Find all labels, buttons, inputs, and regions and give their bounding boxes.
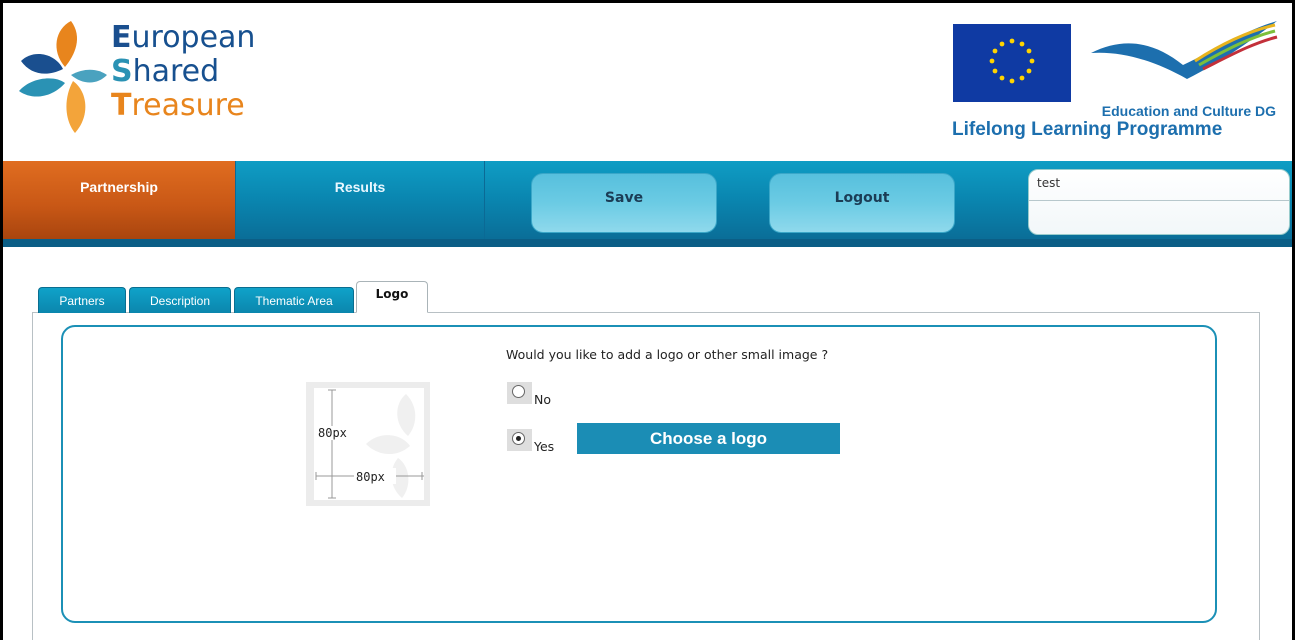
logout-button[interactable]: Logout <box>769 173 955 233</box>
radio-option-yes[interactable]: Yes <box>507 429 555 454</box>
choose-logo-button[interactable]: Choose a logo <box>577 423 840 454</box>
logo-question: Would you like to add a logo or other sm… <box>506 347 829 362</box>
brand-initial-s: S <box>111 54 133 89</box>
logo-size-preview: 80px 80px <box>306 382 430 506</box>
username-label: test <box>1037 176 1061 190</box>
brand-word-treasure: reasure <box>131 88 245 123</box>
radio-option-no[interactable]: No <box>507 382 551 407</box>
navbar-bottom-bar <box>3 239 1292 247</box>
logo-preview-canvas: 80px 80px <box>314 388 424 500</box>
lifelong-learning-programme-label: Lifelong Learning Programme <box>952 119 1223 140</box>
eu-flag-icon <box>953 24 1071 102</box>
radio-yes-label: Yes <box>534 439 555 454</box>
radio-no-box <box>507 382 532 404</box>
radio-no-icon[interactable] <box>512 385 525 398</box>
save-button[interactable]: Save <box>531 173 717 233</box>
logo-form-box <box>61 325 1217 623</box>
nav-results[interactable]: Results <box>235 161 485 241</box>
radio-yes-box <box>507 429 532 451</box>
brand-wordmark: European Shared Treasure <box>111 21 255 123</box>
main-navbar: Partnership Results Save Logout test <box>3 161 1292 245</box>
brand-initial-t: T <box>111 88 132 123</box>
tab-logo[interactable]: Logo <box>356 281 428 313</box>
user-box-divider <box>1029 200 1289 201</box>
page-frame: European Shared Treasure Education and C… <box>0 0 1295 640</box>
brand-initial-e: E <box>111 20 132 55</box>
tab-thematic-area[interactable]: Thematic Area <box>234 287 354 313</box>
brand-word-european: uropean <box>131 20 256 55</box>
butterfly-logo-icon <box>19 21 107 133</box>
user-box: test <box>1028 169 1290 235</box>
site-header: European Shared Treasure Education and C… <box>3 3 1292 163</box>
tab-partners[interactable]: Partners <box>38 287 126 313</box>
european-shared-treasure-logo[interactable]: European Shared Treasure <box>17 15 277 145</box>
nav-partnership[interactable]: Partnership <box>3 161 235 241</box>
radio-yes-icon[interactable] <box>512 432 525 445</box>
tab-description[interactable]: Description <box>129 287 231 313</box>
radio-no-label: No <box>534 392 551 407</box>
education-culture-dg-label: Education and Culture DG <box>1101 103 1276 119</box>
preview-height-label: 80px <box>318 426 347 440</box>
lifelong-learning-swoosh-icon <box>1091 21 1278 79</box>
preview-width-label: 80px <box>356 470 385 484</box>
brand-word-shared: hared <box>132 54 220 89</box>
